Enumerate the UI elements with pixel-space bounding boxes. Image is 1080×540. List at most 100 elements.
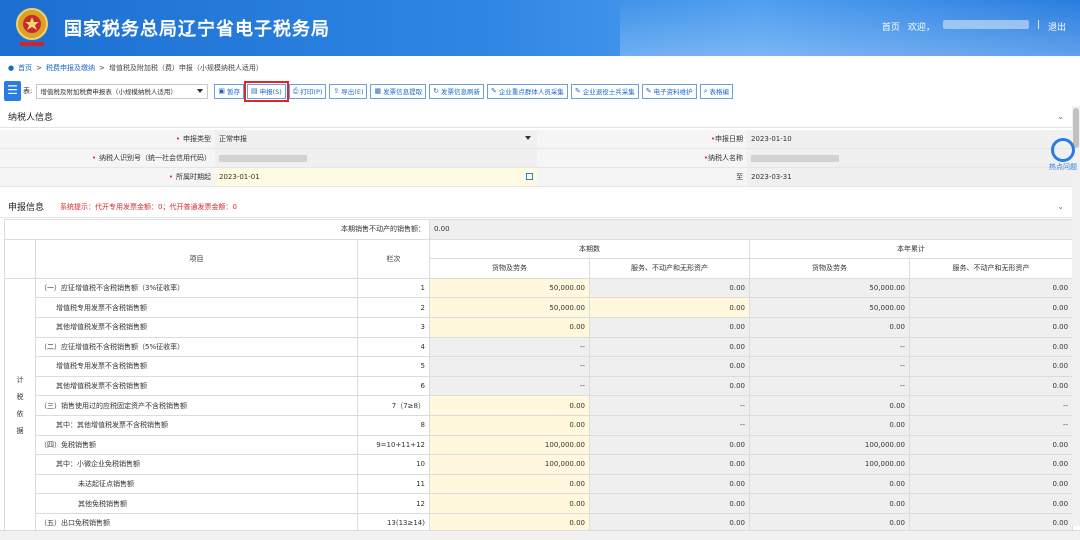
table-row: 其他增值税发票不含税销售额 6 -- 0.00 -- 0.00 [5, 375, 1074, 397]
home-link[interactable]: 首页 [882, 20, 900, 33]
period-end-field: 2023-03-31 [747, 168, 1072, 186]
row-column-number: 3 [357, 316, 430, 338]
site-title: 国家税务总局辽宁省电子税务局 [64, 19, 330, 40]
amount-cell: 100,000.00 [749, 434, 910, 456]
collapse-chevron-icon[interactable]: ⌄ [1057, 202, 1064, 211]
amount-cell: -- [749, 356, 910, 377]
amount-cell: -- [589, 414, 750, 436]
redacted-value [751, 154, 839, 162]
redacted-value [219, 154, 307, 162]
amount-cell: 50,000.00 [749, 277, 910, 299]
e-document-button[interactable]: ✎ 电子资料维护 [641, 83, 697, 99]
info-row: • 纳税人识别号（统一社会信用代码） •纳税人名称 [0, 149, 1072, 168]
amount-cell: 0.00 [908, 454, 1074, 475]
breadcrumb-home[interactable]: 首页 [18, 63, 32, 73]
amount-cell[interactable]: 0.00 [589, 297, 750, 318]
taxpayer-name-field [747, 149, 1072, 167]
row-item-label: （二）应征增值税不含税销售额（5%征收率） [35, 336, 358, 358]
amount-cell[interactable]: 0.00 [429, 473, 590, 495]
invoice-refresh-button[interactable]: ↻ 发票信息刷新 [429, 83, 484, 99]
declaration-section-header: 申报信息 系统提示：代开专用发票金额：0；代开普通发票金额：0 ⌄ [0, 196, 1072, 218]
row-column-number: 5 [357, 356, 430, 377]
amount-cell: 0.00 [749, 316, 910, 338]
invoice-icon: ▦ [374, 87, 382, 95]
amount-cell: 0.00 [908, 375, 1074, 397]
breadcrumb-tax-filing[interactable]: 税费申报及缴纳 [46, 63, 95, 73]
amount-cell: 0.00 [908, 493, 1074, 514]
header-nav: 首页 欢迎， | 退出 [882, 20, 1066, 33]
table-edit-label: 表格编 [709, 88, 730, 96]
print-button[interactable]: ⎙ 打印(P) [288, 83, 327, 99]
amount-cell[interactable]: 0.00 [429, 395, 590, 416]
table-row: 其他增值税发票不含税销售额 3 0.00 0.00 0.00 0.00 [5, 316, 1074, 338]
row-item-label: 未达起征点销售额 [35, 473, 358, 495]
floppy-icon: ▣ [218, 87, 225, 95]
row-column-number: 10 [357, 454, 430, 475]
form-select[interactable]: 增值税及附加税费申报表（小规模纳税人适用） [36, 83, 209, 99]
row-column-number: 1 [357, 277, 430, 299]
invoice-refresh-label: 发票信息刷新 [440, 88, 480, 96]
breadcrumb-current: 增值税及附加税（费）申报（小规模纳税人适用） [108, 64, 263, 72]
field-label: • 纳税人识别号（统一社会信用代码） [0, 149, 215, 167]
user-name-redacted [942, 20, 1029, 29]
section-title: 纳税人信息 [8, 113, 54, 123]
amount-cell: -- [749, 336, 910, 358]
tax-emblem-icon [16, 8, 48, 46]
amount-cell[interactable]: 100,000.00 [429, 454, 590, 475]
amount-cell[interactable]: 0.00 [429, 316, 590, 338]
calendar-icon[interactable] [526, 173, 533, 180]
current-period-header: 本期数 [429, 238, 750, 260]
amount-cell[interactable]: 100,000.00 [429, 434, 590, 456]
real-estate-row: 本期销售不动产的销售额： 0.00 [4, 219, 1074, 240]
row-column-number: 4 [357, 336, 430, 358]
amount-cell: 0.00 [749, 493, 910, 514]
period-start-field[interactable]: 2023-01-01 [215, 168, 537, 186]
row-column-number: 12 [357, 493, 430, 514]
menu-toggle-icon[interactable]: ☰ [4, 81, 21, 101]
e-document-label: 电子资料维护 [653, 88, 693, 96]
amount-cell: 0.00 [589, 277, 750, 299]
field-label: •申报日期 [537, 130, 747, 148]
collapse-chevron-icon[interactable]: ⌄ [1057, 112, 1064, 121]
amount-cell[interactable]: 50,000.00 [429, 297, 590, 318]
row-item-label: 增值税专用发票不含税销售额 [35, 297, 358, 318]
amount-cell: 0.00 [589, 454, 750, 475]
export-icon: ⇪ [333, 87, 340, 95]
refresh-icon: ↻ [433, 87, 439, 95]
export-button[interactable]: ⇪ 导出(E) [329, 83, 368, 99]
info-row: • 所属时期起 2023-01-01 至 2023-03-31 [0, 168, 1072, 187]
table-row: 未达起征点销售额 11 0.00 0.00 0.00 0.00 [5, 473, 1074, 495]
hot-questions-widget[interactable]: 热点问题 [1048, 138, 1078, 172]
toolbar: ☰ 表: 增值税及附加税费申报表（小规模纳税人适用） ▣ 暂存 ▤ 申报(S) ⎙ 打… [0, 80, 1080, 102]
search-icon: ⌕ [703, 86, 708, 95]
save-draft-button[interactable]: ▣ 暂存 [214, 83, 244, 99]
horizontal-scrollbar[interactable] [0, 530, 1080, 540]
side-label: 计税依据 [4, 277, 36, 534]
table-edit-button[interactable]: ⌕ 表格编 [699, 83, 734, 99]
field-label: • 申报类型 [0, 130, 215, 148]
amount-cell: 0.00 [589, 434, 750, 456]
amount-cell[interactable]: 0.00 [429, 414, 590, 436]
invoice-extract-button[interactable]: ▦ 发票信息提取 [370, 83, 427, 99]
welcome-text: 欢迎， [907, 23, 935, 33]
amount-cell: -- [908, 395, 1074, 416]
submit-declaration-button[interactable]: ▤ 申报(S) [243, 80, 289, 102]
edit-icon: ✎ [490, 87, 497, 95]
export-label: 导出(E) [341, 88, 364, 96]
amount-cell: -- [429, 375, 590, 397]
row-item-label: 增值税专用发票不含税销售额 [35, 356, 358, 377]
item-header: 项目 [35, 238, 358, 279]
amount-cell[interactable]: 0.00 [429, 493, 590, 514]
row-column-number: 11 [357, 473, 430, 495]
field-label: 至 [537, 168, 747, 186]
goods-header: 货物及劳务 [429, 258, 590, 279]
declaration-type-select[interactable]: 正常申报 [215, 130, 537, 148]
veteran-collect-button[interactable]: ✎ 企业退役士兵采集 [570, 83, 639, 99]
amount-cell: -- [908, 414, 1074, 436]
logout-link[interactable]: 退出 [1048, 20, 1066, 33]
key-group-collect-button[interactable]: ✎ 企业重点群体人员采集 [486, 83, 568, 99]
amount-cell[interactable]: 50,000.00 [429, 277, 590, 299]
row-item-label: （四）免税销售额 [35, 434, 358, 456]
save-draft-label: 暂存 [226, 88, 240, 96]
goods-header: 货物及劳务 [749, 258, 910, 279]
